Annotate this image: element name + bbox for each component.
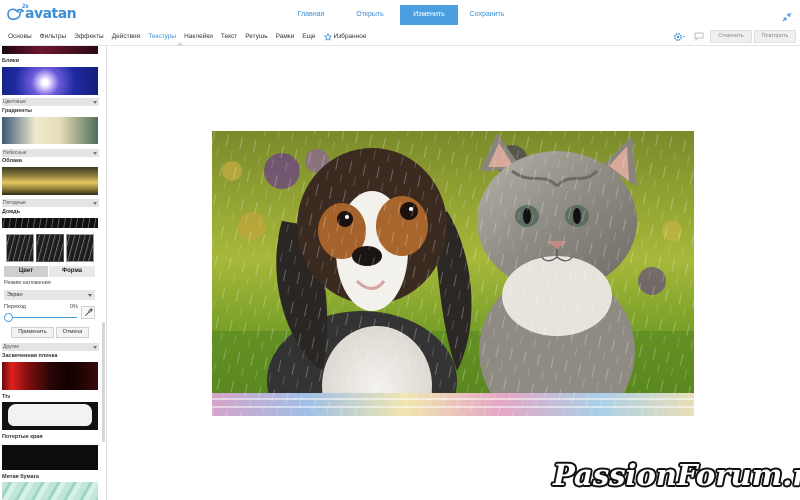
section-label-tv: Ttv bbox=[2, 394, 11, 400]
undo-button[interactable]: Отменить bbox=[710, 30, 752, 43]
category-sky-label: Небесные bbox=[3, 150, 27, 156]
category-weather[interactable]: Погодные bbox=[2, 199, 99, 207]
category-other[interactable]: Другие bbox=[2, 343, 99, 351]
transition-label: Переход bbox=[4, 304, 26, 310]
toolbar-right: Отменить Повторить bbox=[672, 30, 796, 43]
nav-home[interactable]: Главная bbox=[282, 5, 340, 25]
chevron-down-icon bbox=[93, 101, 97, 104]
tab-stickers[interactable]: Наклейки bbox=[180, 28, 217, 46]
category-other-label: Другие bbox=[3, 344, 20, 350]
section-label-rain: Дождь bbox=[2, 209, 21, 215]
comment-icon[interactable] bbox=[692, 30, 706, 43]
category-color[interactable]: Цветовые bbox=[2, 98, 99, 106]
blend-mode-value: Экран bbox=[7, 292, 23, 298]
transition-slider-track[interactable] bbox=[10, 317, 77, 318]
settings-button[interactable] bbox=[672, 30, 688, 43]
apply-button[interactable]: Применить bbox=[11, 327, 54, 338]
tab-filters[interactable]: Фильтры bbox=[36, 28, 71, 46]
tv-screen-shape bbox=[8, 404, 92, 426]
chevron-down-icon bbox=[93, 346, 97, 349]
nav-save[interactable]: Сохранить bbox=[458, 5, 516, 25]
sidebar-scrollbar[interactable] bbox=[102, 322, 105, 442]
section-label-light-leak: Засвеченная пленка bbox=[2, 353, 58, 359]
texture-thumb-clouds[interactable] bbox=[2, 167, 98, 195]
tab-frames[interactable]: Рамки bbox=[272, 28, 299, 46]
blend-mode-select[interactable]: Экран bbox=[4, 290, 95, 300]
collapse-icon[interactable] bbox=[782, 9, 792, 22]
nav-edit[interactable]: Изменить bbox=[400, 5, 458, 25]
tab-effects[interactable]: Эффекты bbox=[70, 28, 108, 46]
transition-slider-handle[interactable] bbox=[4, 313, 13, 322]
tool-tabs: Основы Фильтры Эффекты Действия Текстуры… bbox=[4, 28, 370, 46]
rain-variant-2[interactable] bbox=[36, 234, 64, 262]
tab-textures[interactable]: Текстуры bbox=[144, 28, 180, 46]
rain-variant-1[interactable] bbox=[6, 234, 34, 262]
tab-basics[interactable]: Основы bbox=[4, 28, 36, 46]
shape-toggle[interactable]: Форма bbox=[49, 266, 95, 277]
main-nav: Главная Открыть Изменить Сохранить bbox=[282, 5, 516, 25]
tool-tabs-bar: Основы Фильтры Эффекты Действия Текстуры… bbox=[0, 28, 800, 46]
chevron-down-icon bbox=[88, 294, 92, 297]
texture-thumb-worn-edges[interactable] bbox=[2, 442, 98, 470]
section-label-crumpled-paper: Мятая бумага bbox=[2, 474, 39, 480]
category-color-label: Цветовые bbox=[3, 99, 26, 105]
logo-text: avatan bbox=[25, 6, 77, 22]
watermark: PassionForum.ru bbox=[553, 458, 800, 492]
logo-sup: 2e bbox=[22, 4, 29, 10]
tab-favorites[interactable]: Избранное bbox=[320, 28, 371, 46]
logo[interactable]: avatan 2e bbox=[6, 4, 77, 24]
section-label-blink: Блики bbox=[2, 58, 19, 64]
category-weather-label: Погодные bbox=[3, 200, 26, 206]
texture-thumb-tv[interactable] bbox=[2, 402, 98, 430]
active-tab-indicator bbox=[176, 42, 184, 46]
star-icon bbox=[323, 33, 332, 41]
transition-value: 0% bbox=[70, 304, 78, 310]
color-toggle[interactable]: Цвет bbox=[4, 266, 48, 277]
textures-sidebar: Блики Цветовые Градиенты Небесные Облака… bbox=[0, 46, 107, 500]
section-label-worn-edges: Потертые края bbox=[2, 434, 43, 440]
redo-button[interactable]: Повторить bbox=[754, 30, 796, 43]
editor-canvas[interactable] bbox=[108, 47, 800, 500]
texture-thumb-crumpled-paper[interactable] bbox=[2, 482, 98, 500]
blend-mode-label: Режим наложения bbox=[4, 280, 51, 286]
tab-text[interactable]: Текст bbox=[217, 28, 241, 46]
chevron-down-icon bbox=[93, 202, 97, 205]
nav-open[interactable]: Открыть bbox=[340, 5, 400, 25]
edited-photo[interactable] bbox=[212, 131, 694, 416]
top-bar: avatan 2e Главная Открыть Изменить Сохра… bbox=[0, 0, 800, 28]
cancel-button[interactable]: Отмена bbox=[56, 327, 89, 338]
texture-thumb-blink[interactable] bbox=[2, 67, 98, 95]
photo-puppy-kitten bbox=[212, 131, 694, 416]
gear-icon bbox=[674, 32, 685, 41]
section-label-gradients: Градиенты bbox=[2, 108, 32, 114]
tab-more[interactable]: Еще bbox=[298, 28, 319, 46]
section-label-clouds: Облака bbox=[2, 158, 22, 164]
texture-thumb-gradients[interactable] bbox=[2, 117, 98, 144]
eyedropper-icon bbox=[84, 308, 93, 316]
category-sky[interactable]: Небесные bbox=[2, 149, 99, 157]
texture-thumb-partial[interactable] bbox=[2, 46, 98, 54]
tab-actions[interactable]: Действия bbox=[108, 28, 144, 46]
texture-thumb-rain[interactable] bbox=[2, 218, 98, 228]
chevron-down-icon bbox=[93, 152, 97, 155]
rain-variant-3[interactable] bbox=[66, 234, 94, 262]
texture-thumb-light-leak[interactable] bbox=[2, 362, 98, 390]
tab-retouch[interactable]: Ретушь bbox=[241, 28, 271, 46]
tab-favorites-label: Избранное bbox=[333, 33, 367, 40]
eyedropper-button[interactable] bbox=[81, 306, 95, 319]
